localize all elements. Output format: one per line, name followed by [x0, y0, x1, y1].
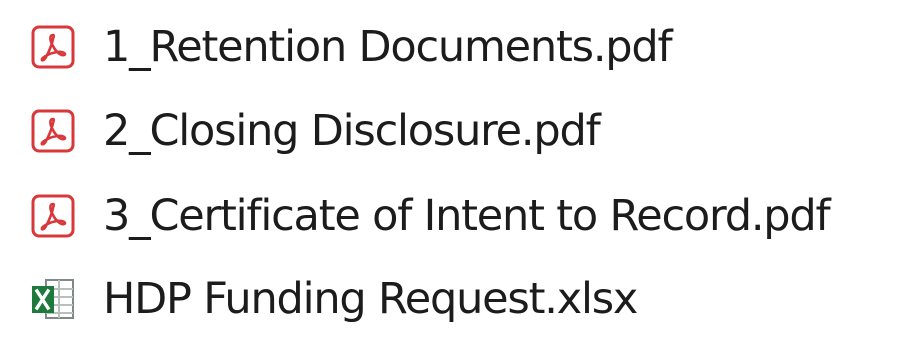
file-item-retention-documents[interactable]: 1_Retention Documents.pdf	[30, 7, 673, 87]
file-item-hdp-funding-request[interactable]: HDP Funding Request.xlsx	[30, 259, 638, 339]
file-name: 2_Closing Disclosure.pdf	[103, 105, 601, 156]
excel-file-icon	[30, 276, 76, 322]
pdf-file-icon	[30, 24, 76, 70]
file-item-closing-disclosure[interactable]: 2_Closing Disclosure.pdf	[30, 91, 601, 171]
pdf-file-icon	[30, 193, 76, 239]
pdf-file-icon	[30, 108, 76, 154]
file-name: 3_Certificate of Intent to Record.pdf	[103, 190, 831, 241]
file-item-certificate-of-intent[interactable]: 3_Certificate of Intent to Record.pdf	[30, 176, 831, 256]
file-name: 1_Retention Documents.pdf	[103, 21, 673, 72]
file-list: 1_Retention Documents.pdf 2_Closing Disc…	[0, 0, 918, 333]
file-name: HDP Funding Request.xlsx	[103, 273, 638, 324]
